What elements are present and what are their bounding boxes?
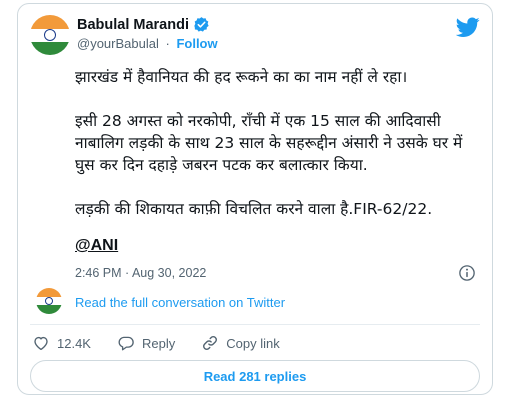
tweet-line: झारखंड में हैवानियत की हद रूकने का का ना… <box>75 68 408 86</box>
tweet-timestamp[interactable]: 2:46 PM · Aug 30, 2022 <box>75 266 206 280</box>
mention-link[interactable]: @ANI <box>75 237 118 255</box>
author-handle[interactable]: @yourBabulal <box>77 36 159 51</box>
reply-icon <box>118 336 134 351</box>
tweet-text: झारखंड में हैवानियत की हद रूकने का का ना… <box>75 66 485 220</box>
follow-button[interactable]: Follow <box>176 36 217 51</box>
verified-icon <box>194 17 209 32</box>
twitter-bird-icon[interactable] <box>456 15 480 39</box>
like-button[interactable]: 12.4K <box>32 334 91 352</box>
author-handle-row: @yourBabulal · Follow <box>77 36 218 51</box>
embedded-tweet-card: Babulal Marandi @yourBabulal · Follow झा… <box>17 3 493 395</box>
heart-icon <box>34 336 48 351</box>
link-icon <box>203 336 218 350</box>
read-replies-button[interactable]: Read 281 replies <box>30 360 480 392</box>
tweet-paragraph: इसी 28 अगस्त को नरकोपी, राँची में एक 15 … <box>75 112 463 174</box>
author-name[interactable]: Babulal Marandi <box>77 17 189 33</box>
read-conversation-link[interactable]: Read the full conversation on Twitter <box>75 295 285 310</box>
separator-dot: · <box>165 36 170 51</box>
thread-avatar <box>36 288 62 314</box>
info-icon[interactable] <box>458 264 476 282</box>
action-bar: 12.4K Reply Copy link <box>32 334 306 352</box>
reply-button[interactable]: Reply <box>117 334 175 352</box>
divider <box>30 324 480 325</box>
reply-label: Reply <box>141 335 176 351</box>
like-count: 12.4K <box>57 335 91 351</box>
copy-link-label: Copy link <box>226 335 280 351</box>
copy-link-button[interactable]: Copy link <box>201 334 280 352</box>
avatar[interactable] <box>30 15 70 55</box>
author-row: Babulal Marandi <box>77 16 210 33</box>
tweet-paragraph: लड़की की शिकायत काफ़ी विचलित करने वाला ह… <box>75 200 433 218</box>
